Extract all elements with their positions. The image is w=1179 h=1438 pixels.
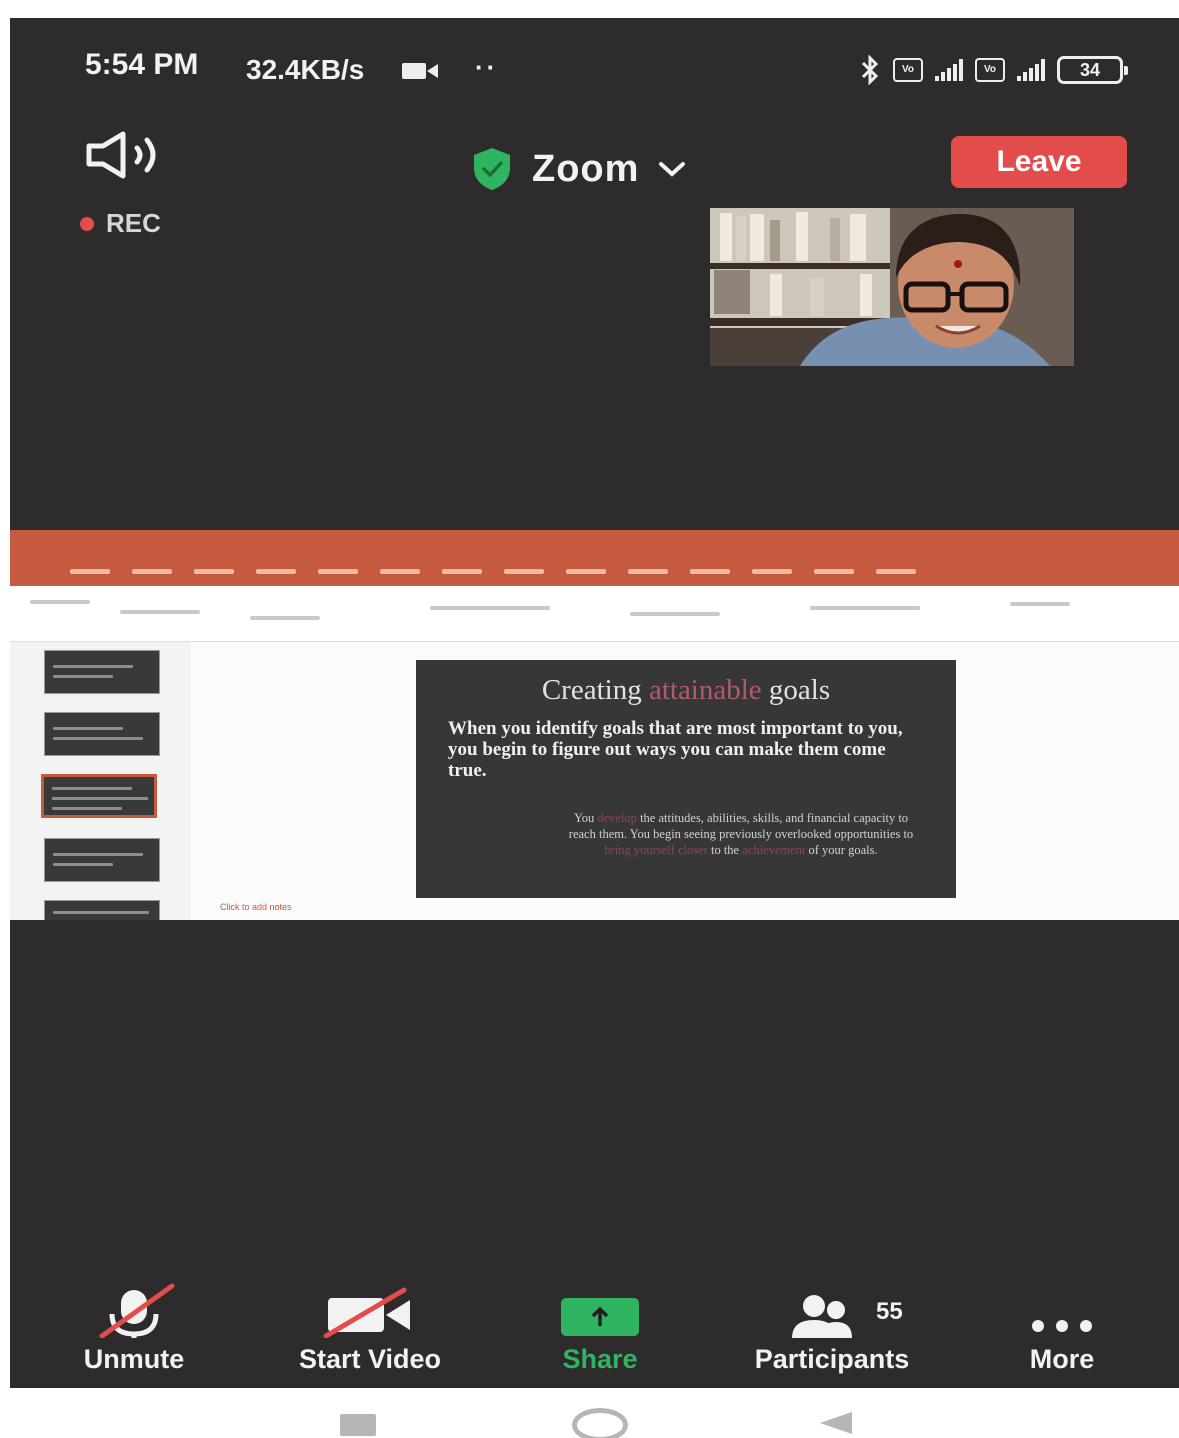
slide-sub-part: of your goals. <box>808 843 878 857</box>
slide-sub-part: to the <box>710 843 740 857</box>
start-video-button[interactable]: Start Video <box>282 1276 458 1388</box>
sim1-volte-icon: Vo <box>893 58 923 82</box>
recording-label: REC <box>106 208 161 238</box>
sim2-volte-icon: Vo <box>975 58 1005 82</box>
participants-button[interactable]: 55 Participants <box>732 1276 932 1388</box>
notes-placeholder[interactable]: Click to add notes <box>220 902 292 912</box>
notification-dots: ·· <box>475 52 499 82</box>
battery-icon: 34 <box>1057 56 1128 84</box>
unmute-label: Unmute <box>83 1344 185 1374</box>
shield-check-icon <box>474 148 510 190</box>
participants-label: Participants <box>754 1344 910 1374</box>
slide-title-highlight: attainable <box>648 674 762 706</box>
unmute-button[interactable]: Unmute <box>74 1276 194 1388</box>
slide-thumbnail[interactable] <box>44 712 160 756</box>
video-camera-status-icon <box>402 63 438 79</box>
microphone-muted-icon <box>99 1283 175 1338</box>
slide-title-start: Creating <box>541 674 642 706</box>
meeting-title: Zoom <box>532 147 640 190</box>
share-icon <box>561 1298 639 1336</box>
participants-icon-wrap: 55 <box>732 1276 932 1338</box>
slide-thumbnail[interactable] <box>44 900 160 920</box>
powerpoint-ribbon <box>10 530 1179 586</box>
zoom-meeting-screen: 5:54 PM 32.4KB/s ·· Vo Vo 34 Zoom Leave … <box>10 18 1179 1388</box>
meeting-title-dropdown[interactable]: Zoom <box>470 144 687 194</box>
start-video-label: Start Video <box>298 1344 442 1374</box>
slide-thumbnail-panel <box>10 642 190 920</box>
leave-button[interactable]: Leave <box>951 136 1127 188</box>
share-icon-wrap <box>540 1276 660 1338</box>
recording-indicator: REC <box>80 208 161 239</box>
participant-video-frame <box>710 208 1074 366</box>
shared-screen: Creating attainable goals When you ident… <box>10 530 1179 920</box>
share-label: Share <box>562 1344 638 1374</box>
slide-title-end: goals <box>768 674 831 706</box>
recording-dot-icon <box>80 216 94 231</box>
bluetooth-icon <box>861 55 879 85</box>
more-label: More <box>1029 1344 1095 1374</box>
android-nav-bar <box>0 1390 1179 1438</box>
network-speed: 32.4KB/s <box>246 54 365 85</box>
status-bar: 5:54 PM 32.4KB/s ·· Vo Vo 34 <box>10 18 1179 108</box>
slide-thumbnail-active[interactable] <box>41 774 157 818</box>
slide-body-text: When you identify goals that are most im… <box>448 718 903 781</box>
slide-sub-highlight: achievement <box>742 843 806 857</box>
powerpoint-tabs <box>70 564 916 580</box>
more-dots-icon <box>1032 1320 1092 1332</box>
powerpoint-toolbar <box>10 586 1179 642</box>
status-right-icons: Vo Vo 34 <box>859 54 1128 86</box>
home-icon[interactable] <box>572 1408 628 1438</box>
share-button[interactable]: Share <box>540 1276 660 1388</box>
signal-strength-icon <box>935 59 963 81</box>
slide-sub-highlight: develop <box>597 811 637 825</box>
slide-sub-highlight: bring yourself closer <box>604 843 708 857</box>
more-button[interactable]: More <box>1002 1276 1122 1388</box>
slide-thumbnail[interactable] <box>44 838 160 882</box>
participants-count: 55 <box>876 1298 903 1325</box>
slide-title: Creating attainable goals <box>416 674 956 707</box>
meeting-controls-bar: Unmute Start Video Share 55 Participants… <box>10 1276 1179 1388</box>
current-slide: Creating attainable goals When you ident… <box>416 660 956 898</box>
recent-apps-icon[interactable] <box>340 1414 376 1436</box>
speaker-icon[interactable] <box>85 130 175 180</box>
signal-strength-4g-icon <box>1017 59 1045 81</box>
slide-subtext: You develop the attitudes, abilities, sk… <box>560 810 922 858</box>
video-off-icon <box>323 1287 410 1338</box>
slide-sub-part: You <box>573 811 595 825</box>
status-time: 5:54 PM <box>85 48 199 81</box>
chevron-down-icon <box>659 162 686 177</box>
slide-thumbnail[interactable] <box>44 650 160 694</box>
participant-video-thumbnail[interactable] <box>710 208 1074 366</box>
back-icon[interactable] <box>820 1412 852 1434</box>
